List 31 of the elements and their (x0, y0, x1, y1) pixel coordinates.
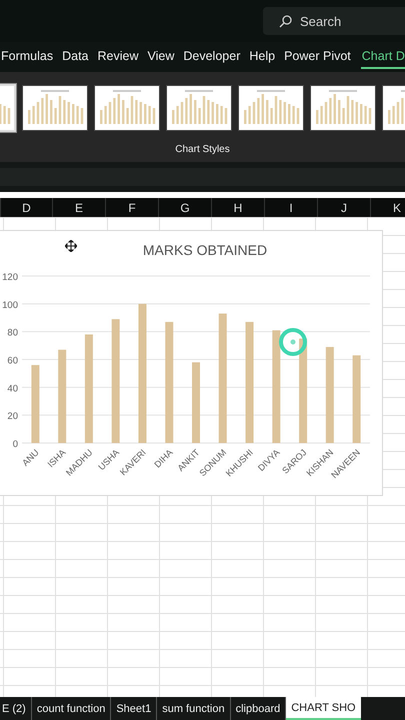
sheet-tab[interactable]: E (2) (0, 697, 32, 720)
group-label: Chart Styles (175, 144, 230, 154)
search-icon (279, 15, 292, 28)
ribbon-tab[interactable]: Chart D (360, 45, 405, 69)
axis-tick-label: 0 (12, 439, 18, 450)
chart-style-thumbnail[interactable] (238, 85, 304, 131)
axis-tick-label: 40 (7, 383, 18, 394)
axis-tick-label: 100 (2, 300, 18, 311)
sheet-tab[interactable]: sum function (157, 697, 231, 720)
ribbon-tab[interactable]: Developer (182, 45, 248, 69)
axis-tick-label: 60 (7, 356, 18, 366)
ribbon-tab[interactable]: Data (61, 45, 96, 69)
search-field[interactable]: Search (263, 7, 405, 35)
move-cursor-icon (65, 240, 77, 252)
click-indicator-icon (278, 327, 308, 357)
chart-title: MARKS OBTAINED (142, 242, 268, 258)
ribbon-tab[interactable]: View (146, 45, 182, 69)
axis-tick-label: 120 (2, 272, 18, 283)
chart-style-thumbnail[interactable] (166, 85, 232, 131)
ribbon-tab[interactable]: Help (248, 45, 284, 69)
axis-tick-label: 20 (7, 411, 18, 422)
ribbon-tab[interactable]: Review (96, 45, 146, 69)
axis-tick-label: 80 (7, 328, 18, 339)
chart-style-thumbnail[interactable] (22, 85, 88, 131)
chart-style-thumbnail[interactable] (94, 85, 160, 131)
chart-style-thumbnail[interactable] (310, 85, 376, 131)
sheet-tab[interactable]: count function (32, 697, 112, 720)
ribbon-tab[interactable]: Formulas (0, 45, 62, 69)
sheet-tab[interactable]: Sheet1 (111, 697, 158, 720)
ribbon-tab[interactable]: Power Pivot (283, 45, 359, 69)
sheet-tab[interactable]: CHART SHO (286, 697, 361, 720)
